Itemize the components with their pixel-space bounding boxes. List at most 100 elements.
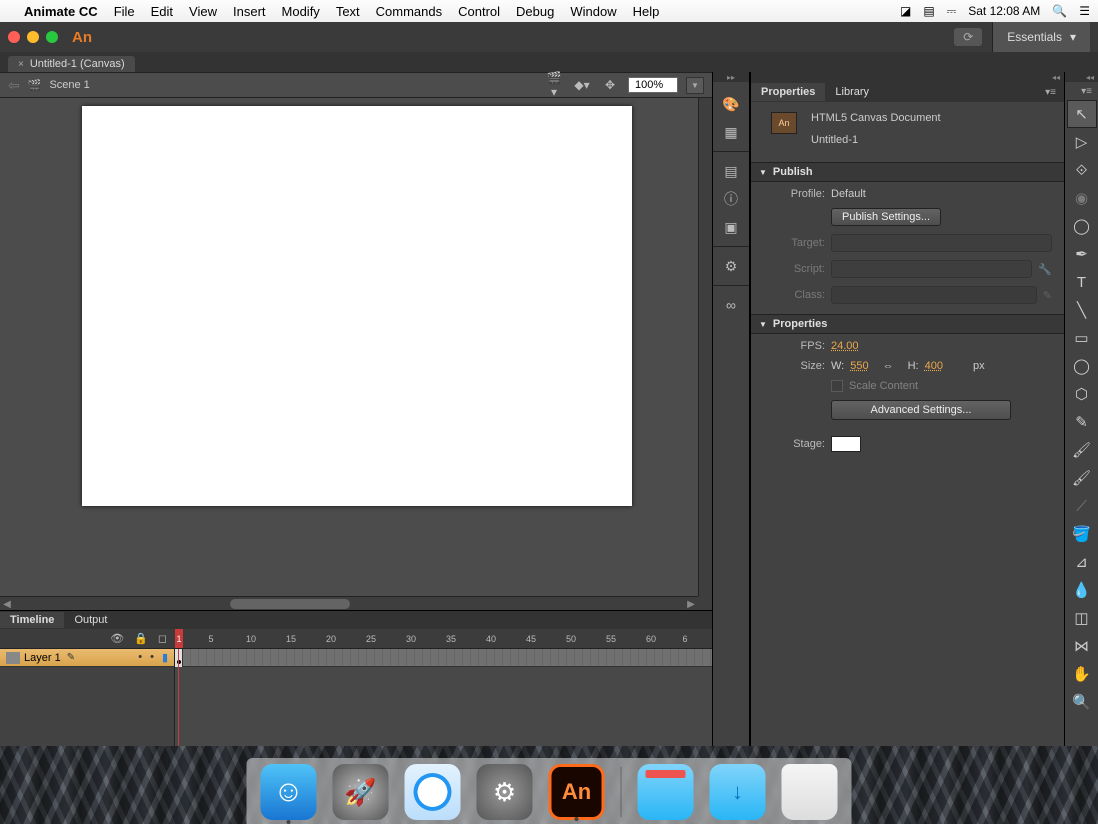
menu-help[interactable]: Help: [633, 4, 660, 19]
free-transform-tool[interactable]: ⟐: [1067, 156, 1097, 184]
frame-row[interactable]: [175, 649, 712, 667]
polystar-tool[interactable]: ⬡: [1067, 380, 1097, 408]
pen-tool[interactable]: ✒: [1067, 240, 1097, 268]
layer-row[interactable]: Layer 1 ✎ ••▮: [0, 649, 174, 667]
sync-settings-icon[interactable]: [954, 28, 982, 46]
playhead[interactable]: 1: [175, 629, 183, 648]
align-panel-icon[interactable]: ▤: [719, 159, 743, 183]
zoom-input[interactable]: 100%: [628, 77, 678, 93]
app-name[interactable]: Animate CC: [24, 4, 98, 19]
transform-panel-icon[interactable]: ▣: [719, 215, 743, 239]
menu-edit[interactable]: Edit: [151, 4, 173, 19]
eyedropper-tool[interactable]: 💧: [1067, 576, 1097, 604]
height-value[interactable]: 400: [925, 360, 943, 372]
menu-view[interactable]: View: [189, 4, 217, 19]
ink-bottle-tool[interactable]: ⊿: [1067, 548, 1097, 576]
line-tool[interactable]: ╲: [1067, 296, 1097, 324]
dock-folder[interactable]: [638, 764, 694, 820]
zoom-tool[interactable]: 🔍: [1067, 688, 1097, 716]
oval-tool[interactable]: ◯: [1067, 352, 1097, 380]
menu-control[interactable]: Control: [458, 4, 500, 19]
window-minimize-button[interactable]: [27, 31, 39, 43]
paint-brush-tool[interactable]: 🖌: [1067, 464, 1097, 492]
spotlight-icon[interactable]: 🔍: [1052, 4, 1067, 18]
dock-trash[interactable]: [782, 764, 838, 820]
advanced-settings-button[interactable]: Advanced Settings...: [831, 400, 1011, 420]
panel-menu-icon[interactable]: ▾≡: [1037, 87, 1064, 98]
dock-finder[interactable]: ☺: [261, 764, 317, 820]
display-icon[interactable]: ▤: [923, 4, 934, 18]
dock-collapse-icon[interactable]: ▸▸: [713, 72, 749, 82]
scroll-right-icon[interactable]: ▶: [684, 597, 698, 610]
outline-column-icon[interactable]: ◻: [158, 632, 167, 645]
color-panel-icon[interactable]: 🎨: [719, 92, 743, 116]
dock-animate[interactable]: An: [549, 764, 605, 820]
stage-canvas[interactable]: [82, 106, 632, 506]
scene-clapper-icon[interactable]: 🎬: [28, 79, 42, 92]
zoom-dropdown-icon[interactable]: ▼: [686, 77, 704, 94]
dock-safari[interactable]: [405, 764, 461, 820]
menu-text[interactable]: Text: [336, 4, 360, 19]
tab-timeline[interactable]: Timeline: [0, 612, 64, 628]
stage-color-swatch[interactable]: [831, 436, 861, 452]
tools-collapse-icon[interactable]: ◂◂: [1086, 73, 1094, 82]
edit-symbol-icon[interactable]: ◆▾: [572, 78, 592, 92]
back-arrow-icon[interactable]: ⇦: [8, 77, 20, 94]
fps-value[interactable]: 24.00: [831, 340, 859, 352]
window-close-button[interactable]: [8, 31, 20, 43]
publish-settings-button[interactable]: Publish Settings...: [831, 208, 941, 226]
menu-modify[interactable]: Modify: [282, 4, 320, 19]
layer-name[interactable]: Layer 1: [24, 652, 61, 664]
info-panel-icon[interactable]: ⓘ: [719, 187, 743, 211]
lasso-tool[interactable]: ◯: [1067, 212, 1097, 240]
dock-system-preferences[interactable]: ⚙: [477, 764, 533, 820]
tab-output[interactable]: Output: [64, 612, 117, 628]
components-panel-icon[interactable]: ⚙: [719, 254, 743, 278]
selection-tool[interactable]: ↖: [1067, 100, 1097, 128]
panel-collapse-icon[interactable]: ◂◂: [1052, 73, 1060, 82]
edit-scene-icon[interactable]: 🎬▾: [544, 71, 564, 99]
clock[interactable]: Sat 12:08 AM: [968, 4, 1040, 18]
menu-window[interactable]: Window: [570, 4, 616, 19]
scroll-left-icon[interactable]: ◀: [0, 597, 14, 610]
scene-name[interactable]: Scene 1: [49, 79, 89, 91]
close-tab-icon[interactable]: ×: [18, 59, 24, 70]
window-zoom-button[interactable]: [46, 31, 58, 43]
dock-downloads[interactable]: [710, 764, 766, 820]
notification-icon[interactable]: ☰: [1079, 4, 1090, 18]
bone-tool[interactable]: ⟋: [1067, 492, 1097, 520]
paint-bucket-tool[interactable]: 🪣: [1067, 520, 1097, 548]
pencil-tool[interactable]: ✎: [1067, 408, 1097, 436]
document-tab[interactable]: × Untitled-1 (Canvas): [8, 56, 135, 72]
workspace-switcher[interactable]: Essentials ▾: [992, 22, 1090, 52]
tab-library[interactable]: Library: [825, 83, 879, 101]
menu-commands[interactable]: Commands: [376, 4, 442, 19]
keyframe[interactable]: [175, 649, 183, 667]
swatches-panel-icon[interactable]: ▦: [719, 120, 743, 144]
menu-debug[interactable]: Debug: [516, 4, 554, 19]
tray-icon[interactable]: ◪: [900, 4, 911, 18]
width-value[interactable]: 550: [850, 360, 868, 372]
brush-tool[interactable]: 🖌: [1067, 436, 1097, 464]
text-tool[interactable]: T: [1067, 268, 1097, 296]
timeline-ruler[interactable]: 1 5 10 15 20 25 30 35 40 45 50 55 60 6: [175, 629, 712, 648]
center-stage-icon[interactable]: ✥: [600, 78, 620, 92]
hand-tool[interactable]: ✋: [1067, 660, 1097, 688]
rectangle-tool[interactable]: ▭: [1067, 324, 1097, 352]
width-tool[interactable]: ⋈: [1067, 632, 1097, 660]
tools-menu-icon[interactable]: ▾≡: [1065, 82, 1098, 100]
battery-icon[interactable]: ⎓: [947, 4, 957, 19]
dock-launchpad[interactable]: 🚀: [333, 764, 389, 820]
eraser-tool[interactable]: ◫: [1067, 604, 1097, 632]
tab-properties[interactable]: Properties: [751, 83, 825, 101]
cc-libraries-panel-icon[interactable]: ∞: [719, 293, 743, 317]
visibility-column-icon[interactable]: 👁: [110, 632, 124, 645]
subselection-tool[interactable]: ▷: [1067, 128, 1097, 156]
link-dimensions-icon[interactable]: ⇔: [883, 360, 894, 372]
menu-insert[interactable]: Insert: [233, 4, 266, 19]
publish-section-header[interactable]: ▼ Publish: [751, 162, 1064, 182]
properties-section-header[interactable]: ▼ Properties: [751, 314, 1064, 334]
lock-column-icon[interactable]: 🔒: [134, 632, 148, 645]
3d-rotation-tool[interactable]: ◉: [1067, 184, 1097, 212]
menu-file[interactable]: File: [114, 4, 135, 19]
